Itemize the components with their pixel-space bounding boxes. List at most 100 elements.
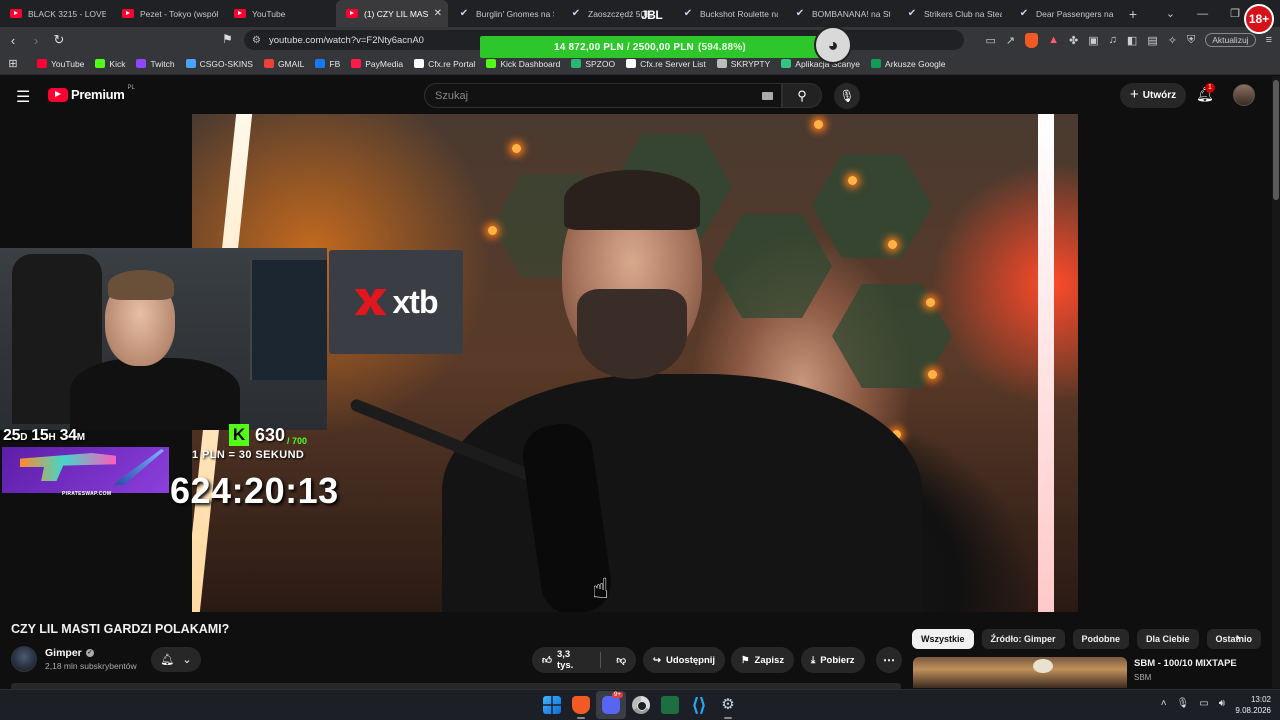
youtube-premium-logo[interactable]: Premium PL bbox=[48, 85, 135, 102]
recommended-video-thumbnail[interactable] bbox=[913, 657, 1127, 688]
account-avatar[interactable] bbox=[1233, 84, 1255, 106]
extensions-icon[interactable]: ✤ bbox=[1069, 34, 1078, 47]
page-scrollbar[interactable] bbox=[1272, 76, 1280, 688]
search-button[interactable]: ⚲ bbox=[782, 83, 822, 108]
update-button[interactable]: Aktualizuj bbox=[1205, 33, 1256, 47]
bookmark-item[interactable]: PayMedia bbox=[351, 59, 403, 69]
tray-overflow-icon[interactable]: ˄ bbox=[1161, 698, 1167, 709]
like-button[interactable]: 👍︎ 3,3 tys. bbox=[532, 647, 595, 673]
dislike-button[interactable]: 👎︎ bbox=[606, 647, 636, 673]
windows-start-icon[interactable] bbox=[543, 696, 561, 714]
browser-tab[interactable]: BLACK 3215 - LOVEST bbox=[0, 0, 112, 27]
brave-browser-icon[interactable] bbox=[572, 696, 590, 714]
new-tab-button[interactable]: + bbox=[1120, 6, 1146, 22]
browser-tab[interactable]: (1) CZY LIL MASTI ✕ bbox=[336, 0, 448, 27]
scrollbar-thumb[interactable] bbox=[1273, 80, 1279, 200]
save-label: Zapisz bbox=[754, 654, 785, 666]
tab-search-icon[interactable]: ⌄ bbox=[1166, 7, 1175, 20]
filter-chip[interactable]: Podobne bbox=[1072, 629, 1130, 649]
bookmark-item[interactable]: CSGO-SKINS bbox=[185, 59, 253, 69]
subscription-notifications-button[interactable]: 🔔︎ ⌄ bbox=[151, 647, 201, 672]
bookmark-item[interactable]: Twitch bbox=[136, 59, 175, 69]
clock[interactable]: 13:02 9.08.2026 bbox=[1235, 694, 1271, 716]
browser-tab[interactable]: ✔ Dear Passengers na St bbox=[1008, 0, 1120, 27]
donation-percent: (594.88%) bbox=[697, 41, 746, 53]
chevron-right-icon[interactable]: › bbox=[1236, 630, 1240, 644]
browser-tab[interactable]: Pezet - Tokyo (współc bbox=[112, 0, 224, 27]
filter-chip[interactable]: Ostatnio bbox=[1206, 629, 1262, 649]
browser-tab-strip: BLACK 3215 - LOVEST Pezet - Tokyo (współc… bbox=[0, 0, 1280, 27]
clock-date: 9.08.2026 bbox=[1235, 706, 1271, 715]
channel-avatar[interactable] bbox=[11, 646, 37, 672]
reload-icon[interactable]: ↻ bbox=[49, 32, 69, 48]
share-icon[interactable]: ↗ bbox=[1006, 34, 1015, 47]
share-button[interactable]: ↪ Udostępnij bbox=[643, 647, 726, 673]
chevron-down-icon: ⌄ bbox=[182, 654, 192, 666]
close-tab-icon[interactable]: ✕ bbox=[434, 8, 442, 19]
bookmark-label: Cfx.re Portal bbox=[428, 58, 476, 69]
rewards-icon[interactable]: ▲ bbox=[1048, 34, 1059, 46]
forward-icon[interactable]: › bbox=[26, 33, 46, 48]
recommended-video-title[interactable]: SBM - 100/10 MIXTAPE bbox=[1134, 658, 1237, 669]
minimize-icon[interactable]: — bbox=[1197, 8, 1208, 20]
steam-icon[interactable]: ⚙ bbox=[719, 696, 737, 714]
channel-name-link[interactable]: Gimper ✓ bbox=[45, 647, 94, 659]
site-settings-icon[interactable]: ⚙ bbox=[252, 35, 261, 46]
microphone-icon[interactable]: 🎙︎ bbox=[1177, 698, 1190, 709]
screen-cast-icon[interactable]: ▭ bbox=[986, 34, 996, 47]
sidebar-icon[interactable]: ◧ bbox=[1127, 34, 1137, 47]
more-actions-button[interactable]: ⋯ bbox=[876, 647, 902, 673]
voice-search-button[interactable]: 🎙︎ bbox=[834, 83, 860, 109]
bookmark-icon[interactable]: ⚑ bbox=[222, 32, 233, 46]
ai-icon[interactable]: ✧ bbox=[1168, 34, 1177, 47]
bookmark-item[interactable]: YouTube bbox=[37, 59, 84, 69]
tab-label: BOMBANANA! na Stea bbox=[812, 8, 890, 19]
keyboard-icon[interactable] bbox=[762, 92, 773, 100]
bookmark-item[interactable]: FB bbox=[315, 59, 340, 69]
recommended-video-channel[interactable]: SBM bbox=[1134, 673, 1151, 682]
browser-tab[interactable]: YouTube bbox=[224, 0, 336, 27]
discord-icon[interactable]: 9+ bbox=[602, 692, 623, 714]
browser-tab[interactable]: ✔ Buckshot Roulette na bbox=[672, 0, 784, 27]
wallet-icon[interactable]: ▣ bbox=[1088, 34, 1098, 47]
create-button[interactable]: + Utwórz bbox=[1120, 83, 1187, 108]
marquee-bulb bbox=[488, 226, 497, 235]
save-button[interactable]: ⚑ Zapisz bbox=[731, 647, 795, 673]
apps-grid-icon[interactable]: ⊞ bbox=[0, 57, 26, 70]
guide-menu-icon[interactable]: ☰ bbox=[16, 87, 30, 107]
restore-icon[interactable]: ❐ bbox=[1230, 7, 1240, 20]
notification-count: 1 bbox=[1205, 83, 1215, 93]
bookmark-item[interactable]: Cfx.re Portal bbox=[414, 59, 475, 69]
vpn-icon[interactable]: ⛨ bbox=[1187, 34, 1195, 47]
bookmark-item[interactable]: SKRYPTY bbox=[716, 59, 770, 69]
filter-chip[interactable]: Wszystkie bbox=[912, 629, 974, 649]
subscriber-count: 2,18 mln subskrybentów bbox=[45, 661, 137, 671]
brave-shield-icon[interactable] bbox=[1025, 32, 1039, 48]
chrome-icon[interactable] bbox=[632, 696, 650, 714]
kick-follower-goal: K 630 / 700 bbox=[229, 424, 307, 446]
browser-tab[interactable]: ✔ BOMBANANA! na Stea bbox=[784, 0, 896, 27]
age-rating-badge: 18+ bbox=[1244, 4, 1274, 34]
vscode-icon[interactable]: ⟨⟩ bbox=[690, 696, 708, 714]
bookmark-item[interactable]: Arkusze Google bbox=[871, 59, 946, 69]
search-input[interactable]: Szukaj bbox=[424, 83, 782, 108]
menu-icon[interactable]: ≡ bbox=[1266, 34, 1272, 46]
volume-icon[interactable]: 🔊︎ bbox=[1219, 698, 1225, 709]
notifications-button[interactable]: 🔔︎ 1 bbox=[1196, 83, 1215, 103]
bookmark-item[interactable]: Kick Dashboard bbox=[486, 59, 560, 69]
download-button[interactable]: ⤓ Pobierz bbox=[801, 647, 865, 673]
media-icon[interactable]: ♫ bbox=[1109, 34, 1117, 46]
reading-list-icon[interactable]: ▤ bbox=[1147, 34, 1157, 47]
network-icon[interactable]: ▭ bbox=[1199, 698, 1208, 709]
excel-icon[interactable] bbox=[661, 696, 679, 714]
filter-chip[interactable]: Źródło: Gimper bbox=[981, 629, 1065, 649]
bookmark-item[interactable]: GMAIL bbox=[263, 59, 304, 69]
filter-chip[interactable]: Dla Ciebie bbox=[1137, 629, 1199, 649]
bookmark-item[interactable]: SPZOO bbox=[571, 59, 615, 69]
bookmark-item[interactable]: Kick bbox=[95, 59, 125, 69]
back-icon[interactable]: ‹ bbox=[3, 33, 23, 48]
bookmark-item[interactable]: Cfx.re Server List bbox=[626, 59, 706, 69]
steam-icon: ✔ bbox=[1019, 8, 1029, 19]
browser-tab[interactable]: ✔ Strikers Club na Steam bbox=[896, 0, 1008, 27]
browser-tab[interactable]: ✔ Burglin' Gnomes na St bbox=[448, 0, 560, 27]
